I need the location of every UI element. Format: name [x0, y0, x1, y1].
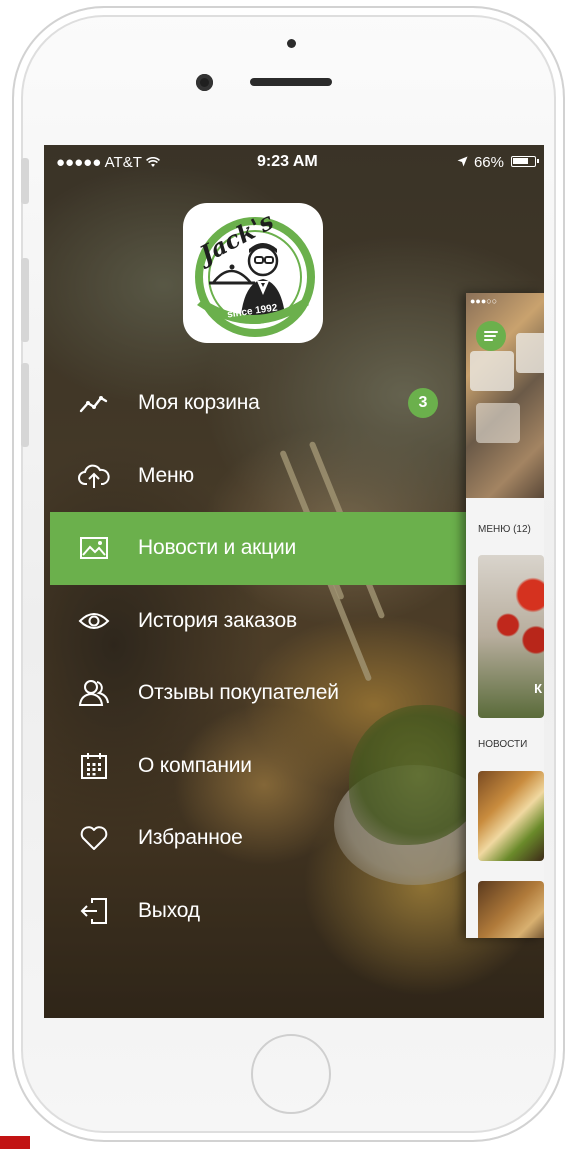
eye-icon: [78, 606, 110, 636]
content-preview-panel[interactable]: ●●●○○ МЕНЮ (12) К НОВОСТИ: [466, 293, 544, 938]
preview-status-dots: ●●●○○: [470, 296, 498, 306]
battery-percentage: 66%: [457, 154, 504, 171]
menu-item-label: Отзывы покупателей: [138, 681, 339, 705]
menu-item-label: Выход: [138, 898, 200, 922]
menu-item-about[interactable]: О компании: [50, 730, 466, 803]
menu-item-label: Новости и акции: [138, 536, 297, 560]
menu-item-label: Избранное: [138, 826, 243, 850]
plate: [470, 351, 514, 391]
front-camera: [196, 74, 213, 91]
volume-up-button: [21, 258, 29, 342]
plate: [476, 403, 520, 443]
battery-icon: [511, 156, 539, 167]
side-menu: Моя корзина 3 Меню Новости и акции Истор…: [50, 367, 466, 947]
calendar-icon: [78, 751, 110, 781]
menu-item-label: О компании: [138, 753, 252, 777]
clock: 9:23 AM: [257, 153, 318, 170]
image-icon: [78, 533, 110, 563]
preview-news-card[interactable]: [478, 881, 544, 938]
location-arrow-icon: [457, 154, 468, 171]
preview-card-letter: К: [534, 681, 542, 696]
menu-item-cart[interactable]: Моя корзина 3: [50, 367, 466, 440]
carrier-label: ●●●●● AT&T: [56, 154, 160, 171]
preview-menu-button[interactable]: [476, 321, 506, 351]
home-button[interactable]: [251, 1034, 331, 1114]
menu-item-order-history[interactable]: История заказов: [50, 585, 466, 658]
menu-item-news[interactable]: Новости и акции: [50, 512, 466, 585]
preview-news-section-title: НОВОСТИ: [478, 739, 528, 750]
screen: ●●●●● AT&T 9:23 AM 66% Jack's since 1992…: [44, 145, 544, 1018]
wifi-icon: [145, 154, 160, 171]
cart-count-badge: 3: [408, 388, 438, 419]
trend-line-icon: [78, 388, 110, 418]
cloud-upload-icon: [78, 461, 110, 491]
preview-menu-card[interactable]: К: [478, 555, 544, 718]
status-bar: ●●●●● AT&T 9:23 AM 66%: [44, 145, 544, 177]
menu-item-label: Моя корзина: [138, 391, 260, 415]
menu-item-label: История заказов: [138, 608, 297, 632]
menu-item-reviews[interactable]: Отзывы покупателей: [50, 657, 466, 730]
app-logo: Jack's since 1992: [183, 203, 323, 343]
earpiece-speaker: [250, 78, 332, 86]
preview-news-card[interactable]: [478, 771, 544, 861]
menu-item-favorites[interactable]: Избранное: [50, 802, 466, 875]
users-icon: [78, 678, 110, 708]
menu-item-logout[interactable]: Выход: [50, 875, 466, 948]
volume-down-button: [21, 363, 29, 447]
plate: [516, 333, 544, 373]
corner-marker: [0, 1136, 30, 1149]
preview-hero-image: ●●●○○: [466, 293, 544, 498]
menu-item-label: Меню: [138, 463, 194, 487]
heart-icon: [78, 823, 110, 853]
logout-icon: [78, 896, 110, 926]
menu-item-menu[interactable]: Меню: [50, 440, 466, 513]
preview-menu-section-title: МЕНЮ (12): [478, 524, 531, 535]
mute-switch: [21, 158, 29, 204]
proximity-sensor: [287, 39, 296, 48]
